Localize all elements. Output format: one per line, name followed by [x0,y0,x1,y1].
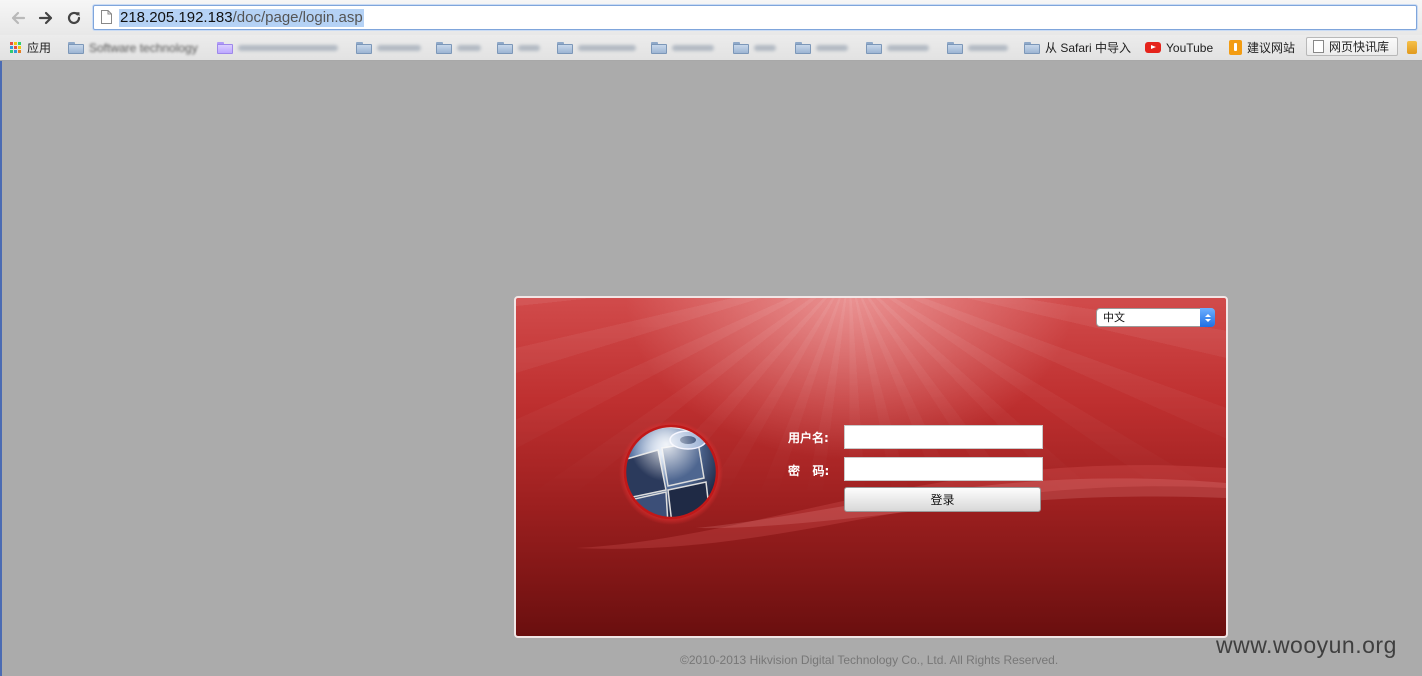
username-label: 用户名: [788,431,829,445]
folder-icon [1024,41,1040,54]
bookmark-blurred-5[interactable] [557,35,636,60]
document-icon [101,10,112,24]
blurred-label [968,44,1008,51]
arrow-left-icon [11,11,26,25]
folder-icon [795,41,811,54]
youtube-icon [1145,42,1161,53]
username-input[interactable] [844,425,1043,449]
folder-icon [217,41,233,54]
bookmarks-overflow[interactable] [1407,35,1417,60]
bookmark-software-technology[interactable]: Software technology [68,35,198,60]
bookmark-safari-label: 从 Safari 中导入 [1045,41,1132,55]
language-selected: 中文 [1103,311,1125,324]
select-arrows-icon [1200,308,1215,327]
bookmark-blurred-3[interactable] [436,35,481,60]
reload-icon [67,11,81,25]
bookmark-blurred-8[interactable] [795,35,848,60]
folder-icon [68,41,84,54]
blurred-label [816,44,848,51]
window-edge [0,61,2,676]
blurred-label [238,44,338,51]
watermark: www.wooyun.org [1216,632,1397,658]
forward-button[interactable] [35,7,57,29]
address-bar[interactable]: 218.205.192.183/doc/page/login.asp [93,5,1417,30]
url-host: 218.205.192.183 [120,9,233,26]
bookmark-blurred-9[interactable] [866,35,929,60]
bookmark-blurred-7[interactable] [733,35,776,60]
folder-icon [651,41,667,54]
password-label: 密 码: [788,464,830,478]
bookmark-suggest-label: 建议网站 [1247,41,1296,55]
document-icon [1313,40,1324,53]
bookmarks-bar: 应用 Software technology 从 Safari 中导入 YouT… [0,35,1422,61]
bookmark-apps-label: 应用 [27,41,52,55]
password-input[interactable] [844,457,1043,481]
blurred-label [672,44,714,51]
bookmark-blurred-10[interactable] [947,35,1008,60]
bookmark-blurred-1[interactable] [217,35,338,60]
copyright-text: ©2010-2013 Hikvision Digital Technology … [680,653,1059,667]
url-path: /doc/page/login.asp [232,9,363,26]
bookmark-web-slice-gallery[interactable]: 网页快讯库 [1306,37,1399,56]
folder-icon [356,41,372,54]
suggest-icon [1229,40,1242,55]
folder-icon [947,41,963,54]
bookmark-blurred-6[interactable] [651,35,714,60]
apps-grid-icon [10,41,22,54]
bookmark-blurred-2[interactable] [356,35,421,60]
folder-icon [866,41,882,54]
browser-toolbar: 218.205.192.183/doc/page/login.asp [0,0,1422,35]
reload-button[interactable] [63,7,85,29]
folder-icon [436,41,452,54]
blurred-label [578,44,636,51]
blurred-label [887,44,929,51]
bookmark-safari-import[interactable]: 从 Safari 中导入 [1024,35,1131,60]
folder-icon [497,41,513,54]
url-text: 218.205.192.183/doc/page/login.asp [119,9,364,27]
bookmark-blurred-4[interactable] [497,35,540,60]
blurred-label [377,44,421,51]
bookmark-software-label: Software technology [89,40,198,55]
language-select[interactable]: 中文 [1096,308,1215,327]
bookmark-apps[interactable]: 应用 [10,35,51,60]
camera-globe-logo [619,421,723,525]
folder-icon [733,41,749,54]
blurred-label [754,44,776,51]
bookmark-suggested-sites[interactable]: 建议网站 [1229,35,1295,60]
bookmark-youtube-label: YouTube [1166,40,1214,55]
login-button[interactable]: 登录 [844,487,1041,512]
bookmark-youtube[interactable]: YouTube [1145,35,1213,60]
blurred-label [518,44,540,51]
bookmark-snapshot-label: 网页快讯库 [1329,40,1390,54]
overflow-bookmark-icon [1407,41,1417,54]
arrow-right-icon [38,11,53,25]
blurred-label [457,44,481,51]
back-button[interactable] [7,7,29,29]
folder-icon [557,41,573,54]
login-panel: 中文 用户名: 密 码: 登录 [514,296,1228,638]
